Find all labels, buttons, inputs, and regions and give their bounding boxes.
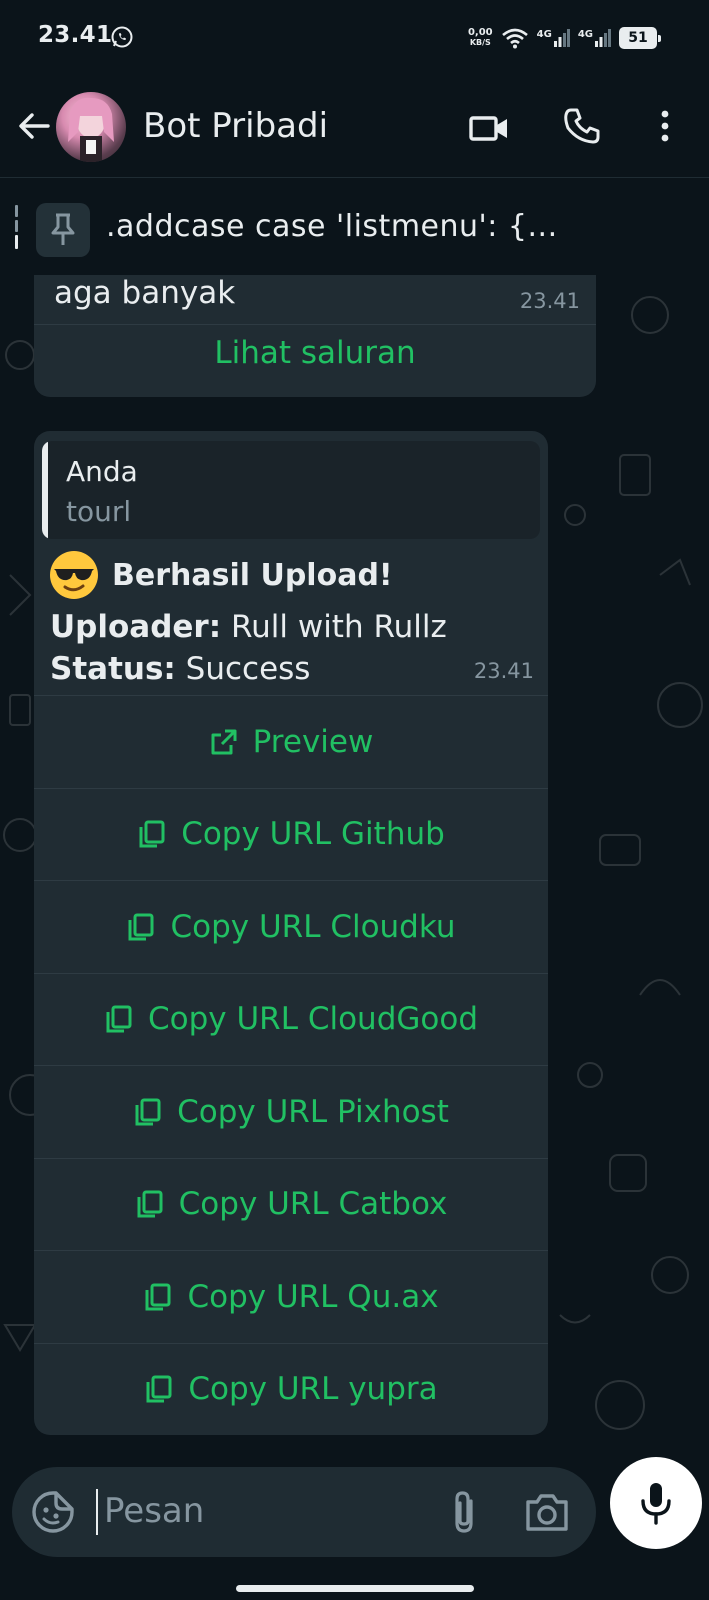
more-options-icon[interactable] bbox=[650, 106, 680, 146]
back-arrow-icon[interactable] bbox=[14, 106, 54, 146]
copy-icon bbox=[145, 1283, 171, 1311]
network-speed: 0,00 KB/S bbox=[467, 27, 493, 48]
microphone-icon bbox=[641, 1483, 671, 1525]
home-indicator[interactable] bbox=[236, 1585, 474, 1592]
copy-url-github-button[interactable]: Copy URL Github bbox=[34, 787, 548, 881]
copy-url-pixhost-button[interactable]: Copy URL Pixhost bbox=[34, 1065, 548, 1158]
view-channel-button[interactable]: Lihat saluran bbox=[34, 335, 596, 371]
avatar-image bbox=[68, 97, 114, 162]
message-field bbox=[12, 1467, 596, 1557]
divider bbox=[34, 324, 596, 325]
preview-button[interactable]: Preview bbox=[34, 695, 548, 788]
camera-icon[interactable] bbox=[522, 1487, 572, 1537]
quoted-message[interactable]: Anda tourl bbox=[42, 441, 540, 539]
copy-url-cloudku-button[interactable]: Copy URL Cloudku bbox=[34, 880, 548, 973]
chat-area: aga banyak 23.41 Lihat saluran Anda tour… bbox=[0, 275, 709, 1465]
voice-call-icon[interactable] bbox=[562, 106, 602, 146]
message-input[interactable] bbox=[104, 1483, 424, 1539]
signal-icon bbox=[553, 29, 570, 47]
message-input-bar bbox=[0, 1457, 709, 1600]
pin-icon bbox=[36, 203, 90, 257]
message-text: aga banyak bbox=[54, 275, 236, 311]
quoted-sender: Anda bbox=[66, 455, 138, 488]
copy-icon bbox=[106, 1005, 132, 1033]
avatar[interactable] bbox=[56, 92, 126, 162]
battery-icon: 51 bbox=[619, 27, 661, 49]
status-line: Status: Success bbox=[50, 651, 311, 687]
paperclip-icon[interactable] bbox=[444, 1487, 484, 1537]
message-title: Berhasil Upload! bbox=[112, 557, 393, 593]
copy-url-cloudgood-button[interactable]: Copy URL CloudGood bbox=[34, 972, 548, 1066]
status-bar: 23.41 0,00 KB/S 4G 4G 51 bbox=[0, 0, 709, 78]
message-title-row: Berhasil Upload! bbox=[48, 549, 393, 601]
sunglasses-emoji-icon bbox=[50, 551, 98, 599]
uploader-line: Uploader: Rull with Rullz bbox=[50, 609, 447, 645]
message-buttons: Preview Copy URL Github Copy URL Cloudku… bbox=[34, 695, 548, 1435]
pin-indicator bbox=[15, 205, 19, 251]
message-time: 23.41 bbox=[519, 289, 580, 313]
signal-icon bbox=[595, 29, 611, 47]
quote-bar bbox=[42, 441, 48, 539]
pinned-text: .addcase case 'listmenu': {... bbox=[106, 209, 558, 244]
quoted-text: tourl bbox=[66, 495, 132, 528]
external-link-icon bbox=[211, 729, 237, 755]
copy-icon bbox=[128, 913, 154, 941]
wifi-icon bbox=[501, 28, 528, 49]
copy-icon bbox=[139, 820, 165, 848]
signal-2: 4G bbox=[578, 29, 611, 47]
copy-icon bbox=[146, 1375, 172, 1403]
copy-url-quax-button[interactable]: Copy URL Qu.ax bbox=[34, 1250, 548, 1343]
mic-button[interactable] bbox=[610, 1457, 702, 1549]
whatsapp-icon bbox=[111, 26, 133, 48]
status-time: 23.41 bbox=[38, 22, 113, 48]
copy-icon bbox=[137, 1190, 163, 1218]
message-bubble: Anda tourl Berhasil Upload! Uploader: Ru… bbox=[34, 431, 548, 695]
copy-url-yupra-button[interactable]: Copy URL yupra bbox=[34, 1342, 548, 1436]
text-caret bbox=[96, 1489, 98, 1535]
chat-header: Bot Pribadi bbox=[0, 78, 709, 178]
sticker-emoji-icon[interactable] bbox=[30, 1489, 76, 1535]
pinned-message-bar[interactable]: .addcase case 'listmenu': {... bbox=[0, 179, 709, 275]
message-time: 23.41 bbox=[473, 659, 534, 683]
copy-icon bbox=[135, 1098, 161, 1126]
previous-message-bubble: aga banyak 23.41 Lihat saluran bbox=[34, 275, 596, 397]
chat-title[interactable]: Bot Pribadi bbox=[143, 106, 328, 146]
copy-url-catbox-button[interactable]: Copy URL Catbox bbox=[34, 1157, 548, 1251]
signal-1: 4G bbox=[537, 29, 570, 47]
video-call-icon[interactable] bbox=[468, 108, 510, 148]
